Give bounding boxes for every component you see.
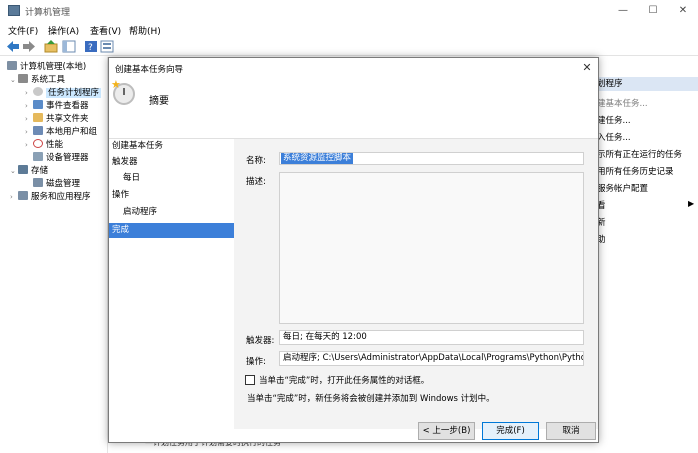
menu-file[interactable]: 文件(F): [8, 24, 38, 37]
folder-icon: [33, 113, 43, 122]
chevron-right-icon[interactable]: ›: [10, 191, 18, 204]
name-value: 系统资源监控脚本: [281, 153, 354, 164]
dialog-close-button[interactable]: ✕: [579, 60, 595, 76]
show-hide-tree-icon[interactable]: [62, 40, 76, 53]
star-icon: ★: [111, 78, 121, 91]
action-service-account-config[interactable]: 服务帐户配置: [597, 182, 648, 194]
chevron-down-icon[interactable]: ⌄: [10, 74, 18, 87]
trigger-field: 每日; 在每天的 12:00: [279, 330, 584, 345]
step-start-program: 启动程序: [123, 207, 158, 217]
tree-item-label: 计算机管理(本地): [20, 62, 87, 72]
device-icon: [33, 152, 43, 161]
tree-item-performance[interactable]: › 性能: [25, 139, 63, 152]
tree-item-local-users[interactable]: › 本地用户和组: [25, 126, 97, 139]
tree-item-storage[interactable]: ⌄ 存储: [10, 165, 48, 178]
open-properties-checkbox[interactable]: [245, 375, 255, 385]
tree-item-device-manager[interactable]: 设备管理器: [33, 152, 89, 165]
tree-item-label: 磁盘管理: [46, 179, 81, 189]
menu-help[interactable]: 帮助(H): [129, 24, 161, 37]
forward-arrow-icon[interactable]: [22, 40, 36, 53]
step-finish: 完成: [109, 223, 234, 238]
chevron-right-icon[interactable]: ›: [25, 126, 33, 139]
chevron-right-icon[interactable]: ›: [25, 139, 33, 152]
step-trigger: 触发器: [112, 157, 138, 167]
cancel-button[interactable]: 取消: [546, 422, 596, 440]
action-show-running-tasks[interactable]: 示所有正在运行的任务: [597, 148, 682, 160]
minimize-button[interactable]: —: [608, 2, 638, 20]
toolbar: ?: [0, 38, 698, 56]
navigation-tree: 计算机管理(本地) ⌄ 系统工具 › 任务计划程序 › 事件查看器 › 共享文件夹 › 本…: [0, 57, 108, 453]
back-button[interactable]: < 上一步(B): [418, 422, 475, 440]
up-folder-icon[interactable]: [44, 40, 58, 53]
window-title: 计算机管理: [25, 8, 71, 18]
name-field[interactable]: 系统资源监控脚本: [279, 152, 584, 165]
chevron-right-icon[interactable]: ›: [25, 113, 33, 126]
step-create-basic-task: 创建基本任务: [112, 141, 164, 151]
title-bar: 计算机管理 — ☐ ✕: [0, 0, 698, 22]
tree-item-computer-management[interactable]: 计算机管理(本地): [7, 61, 86, 74]
tree-item-label: 性能: [46, 140, 64, 150]
chevron-down-icon[interactable]: ⌄: [10, 165, 18, 178]
tree-item-label: 事件查看器: [46, 101, 89, 111]
action-field: 启动程序; C:\Users\Administrator\AppData\Loc…: [279, 351, 584, 366]
step-action: 操作: [112, 190, 130, 200]
computer-management-window: 计算机管理 — ☐ ✕ 文件(F) 操作(A) 查看(V) 帮助(H) ? 计算…: [0, 0, 698, 453]
services-icon: [18, 191, 28, 200]
finish-note: 当单击“完成”时，新任务将会被创建并添加到 Windows 计划中。: [247, 394, 495, 404]
tree-item-label: 设备管理器: [46, 153, 89, 163]
tools-icon: [18, 74, 28, 83]
action-create-basic-task[interactable]: 建基本任务...: [597, 97, 648, 109]
task-scheduler-clock-icon: ★: [111, 78, 135, 105]
tree-item-system-tools[interactable]: ⌄ 系统工具: [10, 74, 65, 87]
storage-icon: [18, 165, 28, 174]
back-arrow-icon[interactable]: [6, 40, 20, 53]
computer-icon: [7, 61, 17, 70]
properties-icon[interactable]: [100, 40, 114, 53]
actions-pane: 划程序 建基本任务... 建任务... 入任务... 示所有正在运行的任务 用所…: [590, 57, 698, 453]
description-label: 描述:: [246, 177, 266, 187]
chevron-right-icon[interactable]: ›: [25, 87, 33, 100]
event-icon: [33, 100, 43, 109]
tree-item-label: 任务计划程序: [46, 88, 102, 98]
tree-item-disk-management[interactable]: 磁盘管理: [33, 178, 80, 191]
tree-item-label: 共享文件夹: [46, 114, 89, 124]
tree-item-services-apps[interactable]: › 服务和应用程序: [10, 191, 91, 204]
tree-item-label: 存储: [31, 166, 49, 176]
disk-icon: [33, 178, 43, 187]
clock-icon: [33, 87, 43, 96]
tree-item-label: 本地用户和组: [46, 127, 98, 137]
menu-action[interactable]: 操作(A): [48, 24, 79, 37]
action-label: 操作:: [246, 357, 266, 367]
computer-management-icon: [8, 5, 20, 16]
action-enable-history[interactable]: 用所有任务历史记录: [597, 165, 674, 177]
maximize-button[interactable]: ☐: [638, 2, 668, 20]
performance-icon: [33, 139, 43, 148]
action-import-task[interactable]: 入任务...: [597, 131, 631, 143]
submenu-arrow-icon: ▶: [688, 199, 695, 208]
open-properties-checkbox-label[interactable]: 当单击“完成”时，打开此任务属性的对话框。: [259, 374, 429, 386]
create-basic-task-wizard-dialog: 创建基本任务向导 ✕ ★ 摘要 创建基本任务 触发器 每日 操作 启动程序 完成…: [108, 57, 599, 443]
actions-header[interactable]: 划程序: [590, 77, 698, 91]
trigger-label: 触发器:: [246, 336, 275, 346]
tree-item-task-scheduler[interactable]: › 任务计划程序: [25, 87, 102, 100]
tree-item-event-viewer[interactable]: › 事件查看器: [25, 100, 89, 113]
wizard-steps: 创建基本任务 触发器 每日 操作 启动程序 完成: [109, 139, 234, 429]
name-label: 名称:: [246, 156, 266, 166]
dialog-title: 创建基本任务向导: [115, 65, 184, 75]
finish-button[interactable]: 完成(F): [482, 422, 539, 440]
help-icon[interactable]: ?: [84, 40, 98, 53]
tree-item-label: 服务和应用程序: [31, 192, 91, 202]
chevron-right-icon[interactable]: ›: [25, 100, 33, 113]
action-create-task[interactable]: 建任务...: [597, 114, 631, 126]
wizard-page-title: 摘要: [149, 96, 169, 107]
menu-view[interactable]: 查看(V): [90, 24, 121, 37]
step-daily: 每日: [123, 173, 141, 183]
tree-item-label: 系统工具: [31, 75, 66, 85]
description-field[interactable]: [279, 172, 584, 324]
tree-item-shared-folders[interactable]: › 共享文件夹: [25, 113, 89, 126]
close-button[interactable]: ✕: [668, 2, 698, 20]
menu-bar: 文件(F) 操作(A) 查看(V) 帮助(H): [0, 22, 698, 38]
users-icon: [33, 126, 43, 135]
svg-text:?: ?: [88, 43, 93, 53]
